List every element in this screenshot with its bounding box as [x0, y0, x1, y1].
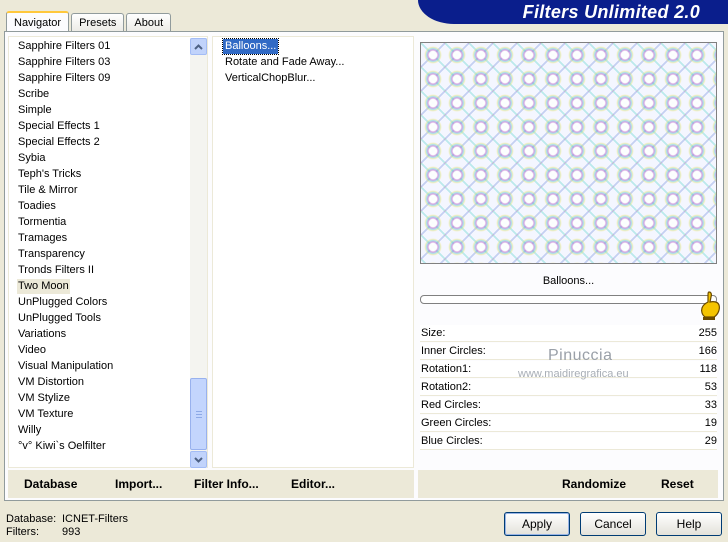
- category-item[interactable]: Video: [17, 343, 47, 358]
- param-label: Red Circles:: [421, 399, 481, 411]
- parameter-button-bar: Randomize Reset: [418, 470, 718, 498]
- param-row[interactable]: Size: 255: [420, 325, 717, 342]
- database-button[interactable]: Database: [24, 477, 77, 491]
- tab-about[interactable]: About: [126, 13, 172, 31]
- category-item[interactable]: Simple: [17, 103, 53, 118]
- param-label: Rotation1:: [421, 363, 472, 375]
- param-label: Size:: [421, 327, 446, 339]
- preview-filter-name: Balloons...: [542, 275, 595, 287]
- param-label: Inner Circles:: [421, 345, 486, 357]
- chevron-up-icon: [194, 43, 203, 50]
- category-item-selected[interactable]: Two Moon: [17, 279, 70, 294]
- status-database-value: ICNET-Filters: [62, 513, 128, 525]
- category-item[interactable]: Scribe: [17, 87, 50, 102]
- category-item[interactable]: Toadies: [17, 199, 57, 214]
- category-item[interactable]: Sapphire Filters 09: [17, 71, 111, 86]
- randomize-button[interactable]: Randomize: [562, 477, 626, 491]
- param-value: 255: [698, 327, 717, 339]
- chevron-down-icon: [194, 456, 203, 463]
- apply-button[interactable]: Apply: [504, 512, 570, 536]
- watermark-url: www.maidiregrafica.eu: [518, 368, 629, 380]
- param-label: Rotation2:: [421, 381, 472, 393]
- app-title: Filters Unlimited 2.0: [522, 2, 700, 22]
- scroll-up-button[interactable]: [190, 38, 207, 55]
- category-scrollbar[interactable]: [190, 38, 207, 468]
- category-item[interactable]: Tormentia: [17, 215, 67, 230]
- preview-zoom-slider[interactable]: [420, 295, 717, 304]
- param-value: 53: [704, 381, 717, 393]
- status-database-label: Database:: [6, 513, 57, 525]
- scroll-down-button[interactable]: [190, 451, 207, 468]
- filter-item[interactable]: VerticalChopBlur...: [223, 71, 318, 86]
- cancel-button[interactable]: Cancel: [580, 512, 646, 536]
- tab-presets[interactable]: Presets: [71, 13, 125, 31]
- filter-info-button[interactable]: Filter Info...: [194, 477, 259, 491]
- category-list[interactable]: Sapphire Filters 01 Sapphire Filters 03 …: [8, 36, 208, 468]
- tab-bar: Navigator Presets About: [6, 10, 173, 32]
- status-filters-label: Filters:: [6, 526, 39, 538]
- param-label: Blue Circles:: [421, 435, 483, 447]
- status-filters-value: 993: [62, 526, 81, 538]
- help-button[interactable]: Help: [656, 512, 722, 536]
- param-value: 166: [698, 345, 717, 357]
- filter-item[interactable]: Rotate and Fade Away...: [223, 55, 346, 70]
- param-value: 33: [704, 399, 717, 411]
- category-item[interactable]: VM Distortion: [17, 375, 85, 390]
- param-row[interactable]: Rotation2: 53: [420, 379, 717, 396]
- category-item[interactable]: Special Effects 2: [17, 135, 101, 150]
- tab-navigator[interactable]: Navigator: [6, 11, 70, 32]
- category-item[interactable]: Sapphire Filters 03: [17, 55, 111, 70]
- category-item[interactable]: VM Texture: [17, 407, 74, 422]
- pointing-hand-icon: [701, 291, 720, 320]
- preview-image: [420, 42, 717, 264]
- category-item[interactable]: Transparency: [17, 247, 86, 262]
- category-item[interactable]: VM Stylize: [17, 391, 71, 406]
- category-item[interactable]: UnPlugged Tools: [17, 311, 102, 326]
- category-item[interactable]: Teph's Tricks: [17, 167, 82, 182]
- param-row[interactable]: Red Circles: 33: [420, 397, 717, 414]
- category-item[interactable]: Sybia: [17, 151, 47, 166]
- reset-button[interactable]: Reset: [661, 477, 694, 491]
- editor-button[interactable]: Editor...: [291, 477, 335, 491]
- category-item[interactable]: Special Effects 1: [17, 119, 101, 134]
- watermark-name: Pinuccia: [548, 347, 613, 364]
- category-item[interactable]: Sapphire Filters 01: [17, 39, 111, 54]
- filter-list[interactable]: Balloons... Rotate and Fade Away... Vert…: [212, 36, 414, 468]
- filter-item-selected[interactable]: Balloons...: [221, 38, 280, 55]
- category-item[interactable]: Willy: [17, 423, 42, 438]
- param-row[interactable]: Green Circles: 19: [420, 415, 717, 432]
- category-item[interactable]: Tile & Mirror: [17, 183, 78, 198]
- category-item[interactable]: °v° Kiwi`s Oelfilter: [17, 439, 107, 454]
- navigator-button-bar: Database Import... Filter Info... Editor…: [8, 470, 414, 498]
- category-item[interactable]: Tronds Filters II: [17, 263, 95, 278]
- import-button[interactable]: Import...: [115, 477, 162, 491]
- param-value: 19: [704, 417, 717, 429]
- category-item[interactable]: Tramages: [17, 231, 68, 246]
- param-row[interactable]: Blue Circles: 29: [420, 433, 717, 450]
- param-label: Green Circles:: [421, 417, 492, 429]
- param-value: 29: [704, 435, 717, 447]
- category-item[interactable]: UnPlugged Colors: [17, 295, 108, 310]
- category-item[interactable]: Variations: [17, 327, 67, 342]
- title-banner: Filters Unlimited 2.0: [418, 0, 728, 24]
- scroll-thumb[interactable]: [190, 378, 207, 450]
- category-item[interactable]: Visual Manipulation: [17, 359, 114, 374]
- param-value: 118: [699, 363, 717, 375]
